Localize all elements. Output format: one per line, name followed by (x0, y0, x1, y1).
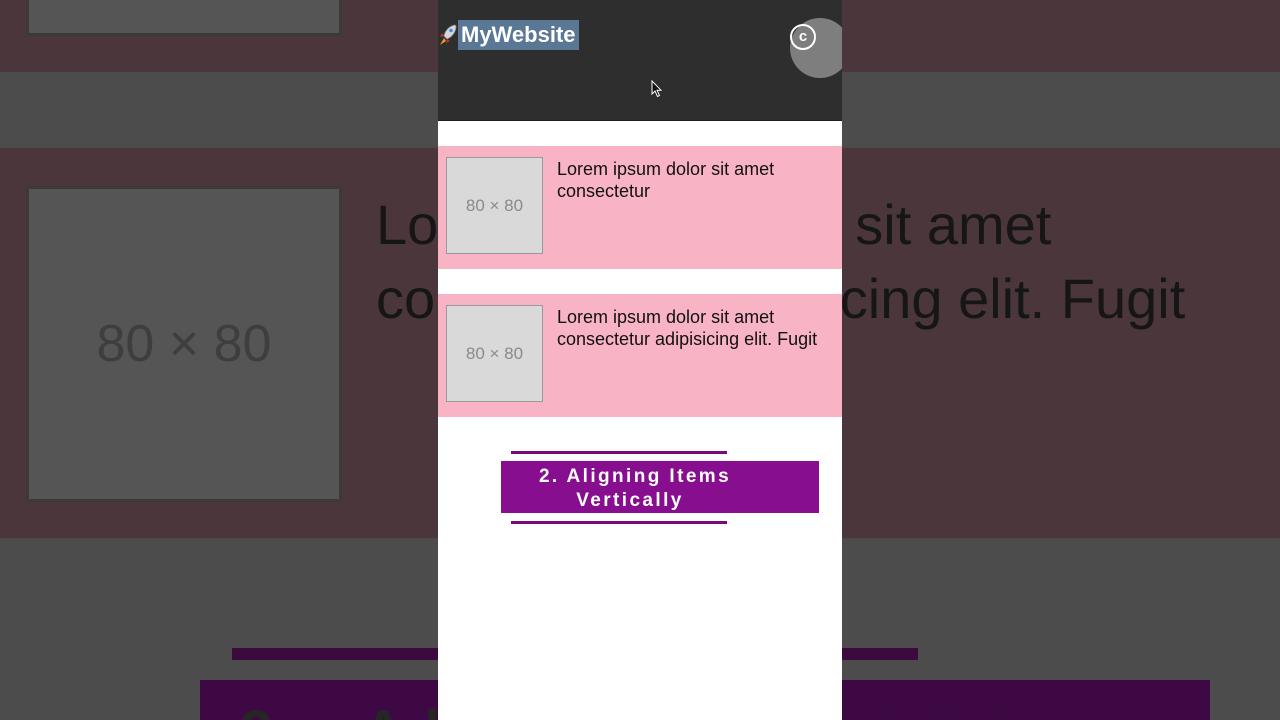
copyright-icon: c (790, 24, 816, 50)
media-card: 80 × 80 Lorem ipsum dolor sit amet conse… (438, 294, 842, 417)
bg-thumbnail: 80 × 80 (26, 186, 342, 502)
thumbnail-placeholder: 80 × 80 (446, 157, 543, 254)
section-heading-line2: Vertically (576, 490, 684, 511)
bg-thumbnail-top (26, 0, 342, 36)
card-text-line: consectetur (557, 181, 651, 201)
card-text: Lorem ipsum dolor sit amet consectetur a… (557, 306, 842, 350)
bg-thumbnail-label: 80 × 80 (96, 315, 272, 373)
media-card: 80 × 80 Lorem ipsum dolor sit amet conse… (438, 146, 842, 269)
site-header: MyWebsite c (438, 0, 842, 121)
card-text-line: Lorem ipsum dolor sit amet (557, 159, 775, 179)
thumbnail-placeholder: 80 × 80 (446, 305, 543, 402)
rocket-icon (440, 24, 457, 45)
card-text: Lorem ipsum dolor sit amet consectetur (557, 158, 842, 202)
thumbnail-label: 80 × 80 (465, 195, 524, 215)
section-heading-box: 2. Aligning Items Vertically (501, 461, 819, 513)
heading-rule-top (511, 451, 727, 454)
mouse-cursor-icon (651, 80, 663, 98)
heading-rule-bottom (511, 521, 727, 524)
card-text-line: consectetur adipisicing elit. Fugit (557, 329, 818, 349)
section-heading-line1: 2. Aligning Items (538, 466, 732, 487)
card-text-line: Lorem ipsum dolor sit amet (557, 307, 775, 327)
section-heading: 2. Aligning Items Vertically (501, 451, 819, 525)
site-logo[interactable]: MyWebsite (438, 20, 579, 50)
logo-text: MyWebsite (458, 20, 579, 50)
mobile-page: MyWebsite c 80 × 80 Lorem ipsum dolor si… (438, 0, 842, 720)
thumbnail-label: 80 × 80 (465, 343, 524, 363)
